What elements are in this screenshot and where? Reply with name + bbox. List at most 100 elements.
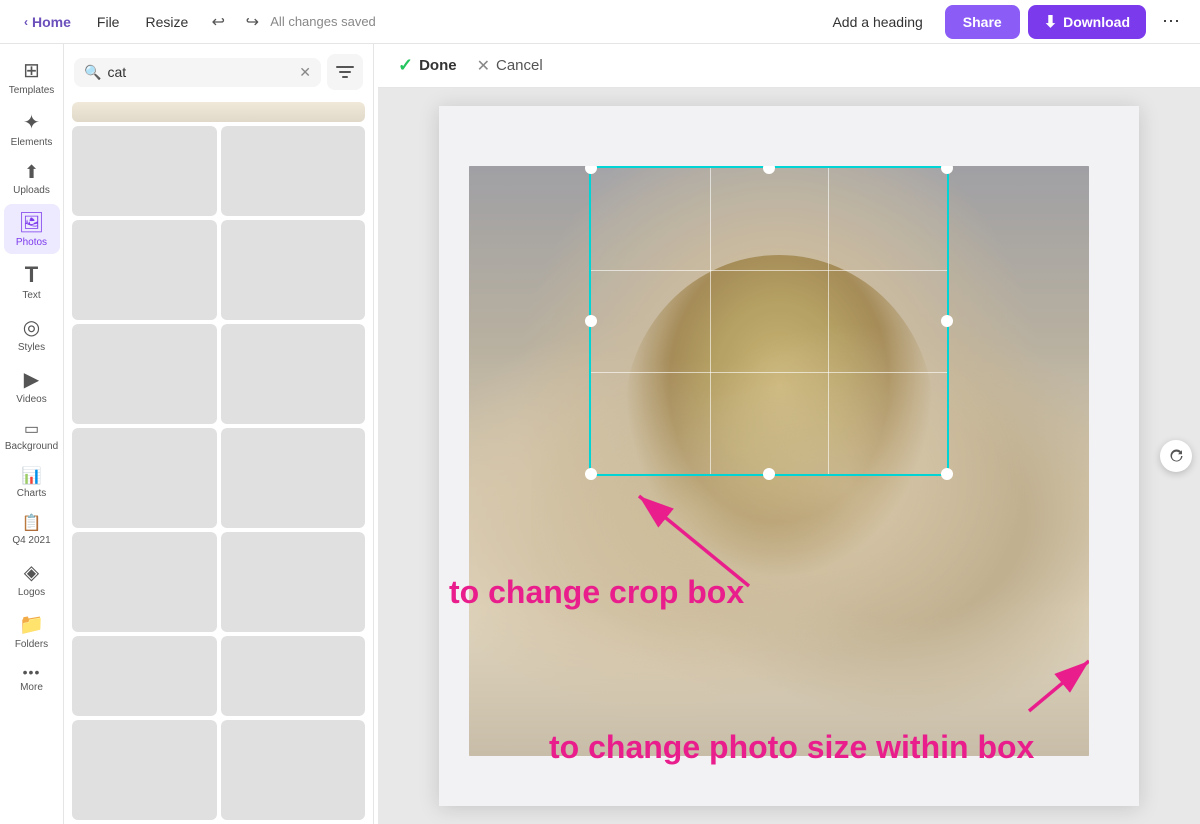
text-icon: T xyxy=(25,262,38,288)
search-input-wrap: 🔍 ✕ xyxy=(74,58,321,87)
sidebar-label-text: Text xyxy=(22,290,40,301)
outer-handle-br[interactable] xyxy=(1087,754,1089,756)
sidebar-label-charts: Charts xyxy=(17,488,46,499)
list-item[interactable] xyxy=(221,126,366,216)
list-item[interactable] xyxy=(221,636,366,716)
sidebar-label-styles: Styles xyxy=(18,342,45,353)
sidebar-label-templates: Templates xyxy=(9,85,55,96)
resize-button[interactable]: Resize xyxy=(133,6,200,38)
crop-handle-bm[interactable] xyxy=(763,468,775,480)
sidebar-item-charts[interactable]: 📊 Charts xyxy=(4,460,60,505)
home-button[interactable]: ‹ Home xyxy=(12,6,83,38)
search-icon: 🔍 xyxy=(84,64,101,81)
x-icon: ✕ xyxy=(477,56,490,76)
outer-handle-bl[interactable] xyxy=(469,754,471,756)
redo-button[interactable]: ↪ xyxy=(236,6,268,38)
done-cancel-bar: ✓ Done ✕ Cancel xyxy=(378,44,1200,88)
list-item[interactable] xyxy=(221,532,366,632)
list-item[interactable] xyxy=(72,102,365,122)
photos-icon: 🖼 xyxy=(19,210,44,235)
sidebar-item-more[interactable]: ••• More xyxy=(4,658,60,699)
photos-grid xyxy=(64,98,373,824)
uploads-icon: ⬆ xyxy=(24,162,39,183)
sidebar-item-text[interactable]: T Text xyxy=(4,256,60,307)
crop-handle-br[interactable] xyxy=(941,468,953,480)
filter-button[interactable] xyxy=(327,54,363,90)
top-bar-left: ‹ Home File Resize ↩ ↪ All changes saved xyxy=(12,6,376,38)
list-item[interactable] xyxy=(72,532,217,632)
charts-icon: 📊 xyxy=(22,466,42,486)
rotate-handle[interactable] xyxy=(1160,440,1192,472)
outer-handle-tr[interactable] xyxy=(1087,166,1089,168)
crop-handle-tl[interactable] xyxy=(585,166,597,174)
sidebar-item-q42021[interactable]: 📋 Q4 2021 xyxy=(4,507,60,552)
crop-handle-ml[interactable] xyxy=(585,315,597,327)
sidebar-item-background[interactable]: ▭ Background xyxy=(4,413,60,458)
videos-icon: ▶ xyxy=(24,367,39,392)
list-item[interactable] xyxy=(221,324,366,424)
q42021-icon: 📋 xyxy=(22,513,42,533)
cancel-button[interactable]: ✕ Cancel xyxy=(477,56,543,76)
crop-line-h1 xyxy=(591,270,947,271)
sidebar-label-q42021: Q4 2021 xyxy=(12,535,50,546)
undo-button[interactable]: ↩ xyxy=(202,6,234,38)
sidebar-label-logos: Logos xyxy=(18,587,45,598)
sidebar-item-elements[interactable]: ✦ Elements xyxy=(4,104,60,154)
elements-icon: ✦ xyxy=(23,110,40,135)
share-button[interactable]: Share xyxy=(945,5,1020,39)
sidebar-label-background: Background xyxy=(5,441,58,452)
file-button[interactable]: File xyxy=(85,6,132,38)
sidebar-item-styles[interactable]: ◎ Styles xyxy=(4,309,60,359)
more-icon: ••• xyxy=(23,664,41,680)
sidebar-item-videos[interactable]: ▶ Videos xyxy=(4,361,60,411)
photo-container[interactable] xyxy=(469,166,1089,756)
sidebar-label-elements: Elements xyxy=(11,137,53,148)
top-bar-right: Add a heading Share ⬇ Download ⋯ xyxy=(818,5,1188,39)
list-item[interactable] xyxy=(72,720,217,820)
add-heading-button[interactable]: Add a heading xyxy=(818,6,936,38)
crop-handle-tm[interactable] xyxy=(763,166,775,174)
search-bar: 🔍 ✕ xyxy=(64,44,373,98)
sidebar-item-uploads[interactable]: ⬆ Uploads xyxy=(4,156,60,202)
sidebar-item-templates[interactable]: ⊞ Templates xyxy=(4,52,60,102)
main-layout: ⊞ Templates ✦ Elements ⬆ Uploads 🖼 Photo… xyxy=(0,44,1200,824)
list-item[interactable] xyxy=(72,636,217,716)
list-item[interactable] xyxy=(72,428,217,528)
sidebar-item-folders[interactable]: 📁 Folders xyxy=(4,606,60,656)
more-options-button[interactable]: ⋯ xyxy=(1154,5,1188,39)
styles-icon: ◎ xyxy=(23,315,40,340)
download-button[interactable]: ⬇ Download xyxy=(1028,5,1146,39)
list-item[interactable] xyxy=(72,220,217,320)
list-item[interactable] xyxy=(221,428,366,528)
sidebar-item-logos[interactable]: ◈ Logos xyxy=(4,554,60,604)
sidebar-label-folders: Folders xyxy=(15,639,48,650)
folders-icon: 📁 xyxy=(19,612,44,637)
crop-handle-bl[interactable] xyxy=(585,468,597,480)
background-icon: ▭ xyxy=(24,419,39,439)
list-item[interactable] xyxy=(221,720,366,820)
canvas-viewport: to change crop box to change photo size … xyxy=(378,88,1200,824)
list-item[interactable] xyxy=(72,126,217,216)
done-button[interactable]: ✓ Done xyxy=(398,55,457,76)
templates-icon: ⊞ xyxy=(23,58,40,83)
checkmark-icon: ✓ xyxy=(398,55,413,76)
search-panel: 🔍 ✕ xyxy=(64,44,374,824)
crop-line-v2 xyxy=(828,168,829,474)
crop-line-h2 xyxy=(591,372,947,373)
list-item[interactable] xyxy=(72,324,217,424)
search-clear-button[interactable]: ✕ xyxy=(299,64,311,81)
canvas-page: to change crop box to change photo size … xyxy=(439,106,1139,806)
sidebar-label-photos: Photos xyxy=(16,237,47,248)
outer-handle-tl[interactable] xyxy=(469,166,471,168)
sidebar-item-photos[interactable]: 🖼 Photos xyxy=(4,204,60,254)
list-item[interactable] xyxy=(221,220,366,320)
logos-icon: ◈ xyxy=(24,560,39,585)
top-bar: ‹ Home File Resize ↩ ↪ All changes saved… xyxy=(0,0,1200,44)
crop-handle-mr[interactable] xyxy=(941,315,953,327)
crop-box[interactable] xyxy=(589,166,949,476)
search-input[interactable] xyxy=(107,64,293,80)
sidebar-label-more: More xyxy=(20,682,43,693)
rotate-icon xyxy=(1167,447,1185,465)
canvas-area: ✓ Done ✕ Cancel xyxy=(378,44,1200,824)
autosave-status: All changes saved xyxy=(270,14,376,29)
